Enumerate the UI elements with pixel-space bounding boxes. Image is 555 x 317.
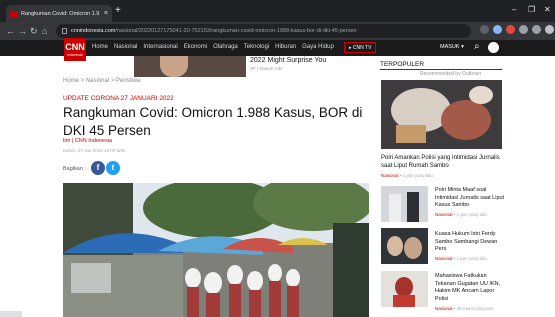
- popular-item-title[interactable]: Kuasa Hukum Istri Ferdy Sambo Sambangi D…: [435, 231, 505, 254]
- facebook-share-icon[interactable]: f: [91, 161, 105, 175]
- popular-item-thumbnail[interactable]: [381, 228, 428, 264]
- ad-title[interactable]: 2022 Might Surprise You: [250, 57, 326, 64]
- cnn-logo[interactable]: CNN Indonesia: [64, 38, 86, 61]
- popular-item-title[interactable]: Polri Minta Maaf soal Intimidasi Jurnali…: [435, 187, 505, 210]
- tv-icon: ▸: [349, 45, 352, 51]
- nav-item-gaya-hidup[interactable]: Gaya Hidup: [302, 44, 334, 50]
- article-hero-image: [63, 183, 369, 317]
- article-byline[interactable]: tim | CNN Indonesia: [63, 138, 112, 144]
- share-label: Bagikan :: [63, 166, 86, 172]
- popular-main-image[interactable]: [381, 80, 502, 149]
- popular-item-thumbnail[interactable]: [381, 186, 428, 222]
- nav-item-teknologi[interactable]: Teknologi: [244, 44, 269, 50]
- nav-item-internasional[interactable]: Internasional: [143, 44, 177, 50]
- status-bar: [0, 311, 22, 317]
- menu-dots-icon[interactable]: [545, 25, 554, 34]
- outbrain-credit[interactable]: Recommended by Outbrain: [420, 71, 481, 77]
- site-nav: Home Nasional Internasional Ekonomi Olah…: [92, 44, 334, 50]
- popular-item-meta: Nasional • 38 menit yang lalu: [435, 306, 494, 311]
- nav-item-nasional[interactable]: Nasional: [114, 44, 137, 50]
- popular-main-meta: Nasional • 1 jam yang lalu: [381, 173, 433, 178]
- new-tab-button[interactable]: +: [115, 6, 121, 16]
- nav-item-hiburan[interactable]: Hiburan: [275, 44, 296, 50]
- bookmark-star-icon[interactable]: [493, 25, 502, 34]
- reload-icon[interactable]: ↻: [30, 24, 38, 38]
- ad-source: XF | Search Ads: [250, 66, 283, 71]
- popular-item-meta: Nasional • 1 jam yang lalu: [435, 256, 487, 261]
- user-avatar-icon[interactable]: [488, 42, 499, 53]
- home-icon[interactable]: ⌂: [42, 24, 47, 38]
- article-title: Rangkuman Covid: Omicron 1.988 Kasus, BO…: [63, 105, 363, 138]
- tab-title: Rangkuman Covid: Omicron 1.9: [21, 10, 100, 17]
- url-text: cnnindonesia.com/nasional/20220127175041…: [71, 28, 357, 34]
- sidebar-icon[interactable]: [532, 25, 541, 34]
- nav-item-home[interactable]: Home: [92, 44, 108, 50]
- cnn-tv-button[interactable]: ▸ CNN TV: [344, 42, 377, 53]
- popular-heading: TERPOPULER: [380, 61, 425, 68]
- breadcrumb[interactable]: Home > Nasional > Peristiwa: [63, 78, 140, 84]
- popular-main-title[interactable]: Polri Amankan Polisi yang Intimidasi Jur…: [381, 154, 505, 170]
- twitter-share-icon[interactable]: t: [106, 161, 120, 175]
- popular-item-thumbnail[interactable]: [381, 271, 428, 307]
- search-icon[interactable]: ⌕: [474, 41, 480, 52]
- forward-icon[interactable]: →: [18, 24, 27, 38]
- extensions-puzzle-icon[interactable]: [519, 25, 528, 34]
- address-bar[interactable]: cnnindonesia.com/nasional/20220127175041…: [56, 24, 471, 38]
- nav-item-olahraga[interactable]: Olahraga: [213, 44, 238, 50]
- ad-image[interactable]: [134, 56, 246, 77]
- browser-tab[interactable]: Rangkuman Covid: Omicron 1.9 ×: [6, 5, 112, 22]
- back-icon[interactable]: ←: [6, 24, 15, 38]
- share-page-icon[interactable]: [480, 25, 489, 34]
- article-date: Kamis, 27 Jan 2022 18:00 WIB: [63, 148, 126, 153]
- heading-rule: [380, 69, 502, 70]
- maximize-icon[interactable]: ❐: [528, 5, 535, 14]
- login-button[interactable]: MASUK ▾: [440, 44, 464, 50]
- nav-item-ekonomi[interactable]: Ekonomi: [184, 44, 207, 50]
- popular-item-meta: Nasional • 1 jam yang lalu: [435, 212, 487, 217]
- article-kicker: UPDATE CORONA 27 JANUARI 2022: [63, 95, 174, 102]
- lock-icon: [62, 28, 67, 34]
- cnn-favicon-icon: [10, 10, 18, 17]
- close-window-icon[interactable]: ✕: [544, 5, 551, 14]
- extension-icon[interactable]: [506, 25, 515, 34]
- minimize-icon[interactable]: –: [512, 5, 516, 14]
- tab-close-icon[interactable]: ×: [104, 10, 108, 17]
- browser-tab-strip: Rangkuman Covid: Omicron 1.9 × + – ❐ ✕: [0, 0, 555, 22]
- market-street-photo: [63, 183, 369, 317]
- popular-item-title[interactable]: Mahasiswa Fatkukan Tekanan Gugatan UU IK…: [435, 273, 505, 303]
